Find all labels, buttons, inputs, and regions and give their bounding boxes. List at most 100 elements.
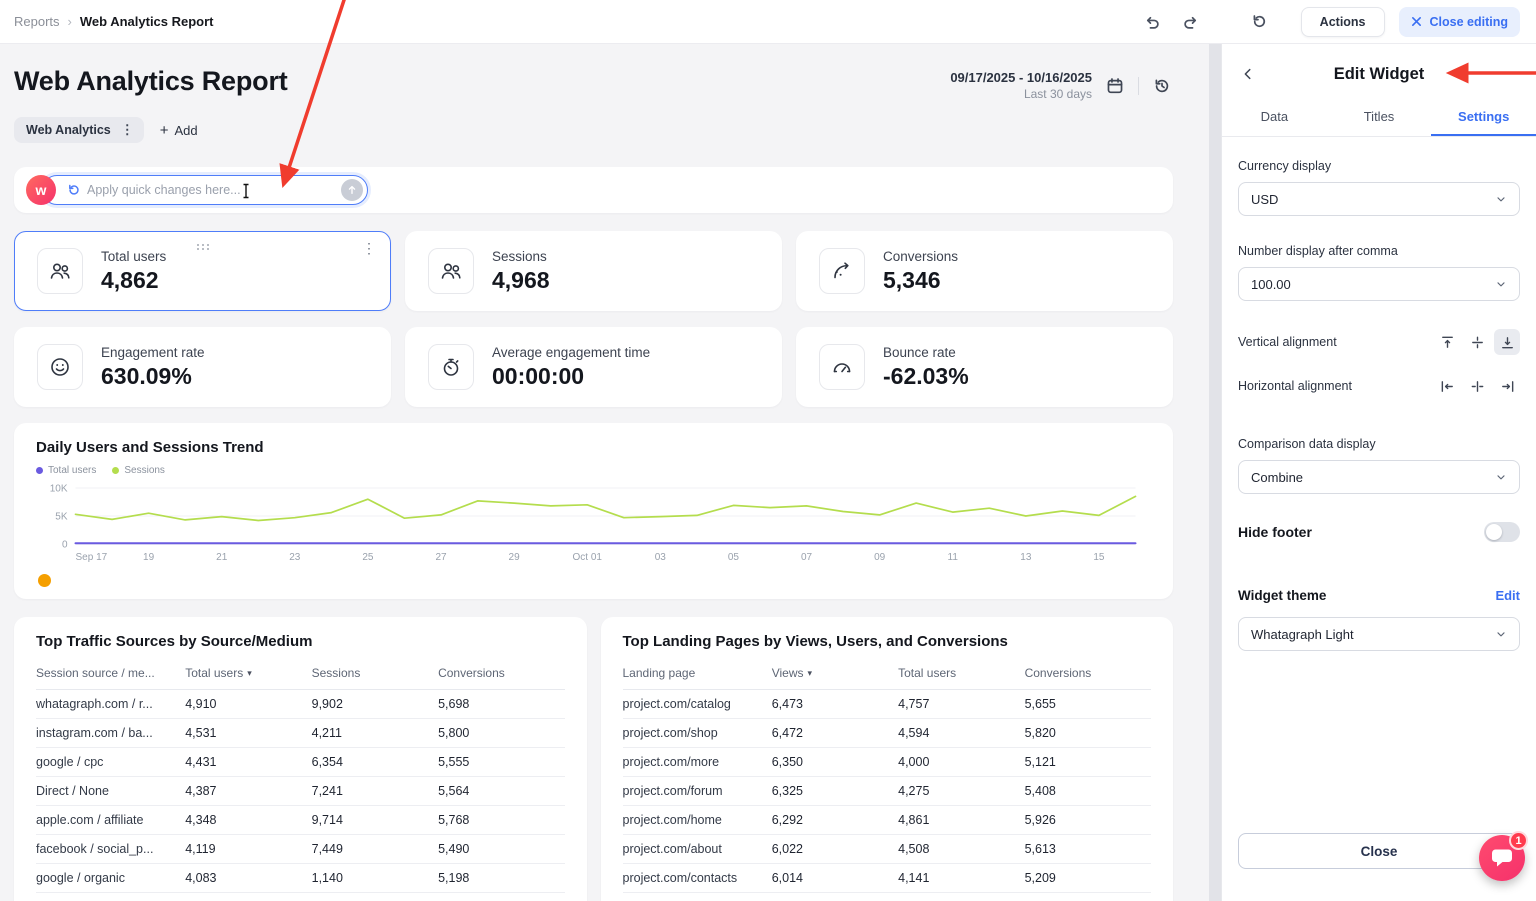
tab-data[interactable]: Data [1222,98,1327,136]
users-icon [37,248,83,294]
kpi-card-bounce-rate[interactable]: Bounce rate -62.03% [796,327,1173,407]
widget-theme-edit-link[interactable]: Edit [1495,588,1520,603]
kpi-card-conversions[interactable]: Conversions 5,346 [796,231,1173,311]
calendar-icon[interactable] [1104,75,1126,97]
legend-dot [36,467,43,474]
panel-title: Edit Widget [1334,65,1425,84]
column-header[interactable]: Total users [898,666,1024,680]
kpi-value: 630.09% [101,363,205,390]
table-row: project.com/contacts6,0144,1415,209 [623,864,1152,893]
comparison-display-label: Comparison data display [1238,437,1520,451]
table-cell: 4,910 [185,697,311,711]
kpi-card-total-users[interactable]: ⋮ Total users 4,862 [14,231,391,311]
trend-chart-widget[interactable]: Daily Users and Sessions Trend Total use… [14,423,1173,599]
svg-text:09: 09 [874,552,886,563]
align-left-icon[interactable] [1434,373,1460,399]
table-cell: 4,431 [185,755,311,769]
sort-desc-icon[interactable]: ▾ [807,668,812,679]
column-header[interactable]: Conversions [1025,666,1151,680]
table-cell: project.com/about [623,842,772,856]
redo-icon[interactable] [1179,9,1205,35]
table-body: whatagraph.com / r...4,9109,9025,698inst… [36,690,565,893]
align-right-icon[interactable] [1494,373,1520,399]
undo-icon[interactable] [1139,9,1165,35]
align-center-horizontal-icon[interactable] [1464,373,1490,399]
close-editing-button[interactable]: Close editing [1399,7,1520,37]
table-header-row: Session source / me... Total users▾ Sess… [36,662,565,690]
kebab-menu-icon[interactable]: ⋮ [362,240,376,257]
table-cell: 6,354 [312,755,438,769]
table-row: whatagraph.com / r...4,9109,9025,698 [36,690,565,719]
traffic-sources-table-widget[interactable]: Top Traffic Sources by Source/Medium Ses… [14,617,587,901]
kpi-card-sessions[interactable]: Sessions 4,968 [405,231,782,311]
table-cell: 4,275 [898,784,1024,798]
tab-settings[interactable]: Settings [1431,98,1536,136]
table-cell: 4,000 [898,755,1024,769]
regenerate-icon[interactable] [1247,9,1273,35]
table-row: facebook / social_p...4,1197,4495,490 [36,835,565,864]
add-source-button[interactable]: + Add [160,123,198,138]
tab-titles[interactable]: Titles [1327,98,1432,136]
column-header[interactable]: Landing page [623,666,772,680]
table-cell: 4,141 [898,871,1024,885]
quick-changes-input[interactable] [87,183,335,197]
column-header-sorted[interactable]: Total users▾ [185,666,311,680]
column-header[interactable]: Sessions [312,666,438,680]
source-tab-label: Web Analytics [26,123,111,137]
align-middle-vertical-icon[interactable] [1464,329,1490,355]
refresh-history-icon[interactable] [1151,75,1173,97]
kpi-card-avg-engagement-time[interactable]: Average engagement time 00:00:00 [405,327,782,407]
svg-text:23: 23 [289,552,301,563]
submit-quick-change-button[interactable] [341,179,363,201]
sort-desc-icon[interactable]: ▾ [247,668,252,679]
svg-text:07: 07 [801,552,813,563]
whatagraph-avatar: w [26,175,56,205]
quick-changes-input-wrap [42,175,368,205]
decimals-select[interactable]: 100.00 [1238,267,1520,301]
align-top-icon[interactable] [1434,329,1460,355]
chevron-down-icon [1495,278,1507,290]
widget-theme-select[interactable]: Whatagraph Light [1238,617,1520,651]
panel-close-button[interactable]: Close [1238,833,1520,869]
table-cell: 9,714 [312,813,438,827]
breadcrumb-reports[interactable]: Reports [14,14,60,29]
kpi-grid: ⋮ Total users 4,862 Sessions 4,968 [14,231,1173,407]
actions-button[interactable]: Actions [1301,7,1385,37]
page-title: Web Analytics Report [14,66,288,97]
add-label: Add [175,123,198,138]
kpi-card-engagement-rate[interactable]: Engagement rate 630.09% [14,327,391,407]
drag-handle-icon[interactable] [195,238,210,256]
table-cell: 5,555 [438,755,564,769]
table-cell: project.com/more [623,755,772,769]
kebab-menu-icon[interactable]: ⋮ [117,122,138,138]
comparison-select[interactable]: Combine [1238,460,1520,494]
column-header[interactable]: Session source / me... [36,666,185,680]
column-header-sorted[interactable]: Views▾ [772,666,898,680]
table-cell: facebook / social_p... [36,842,185,856]
align-bottom-icon[interactable] [1494,329,1520,355]
table-cell: 4,531 [185,726,311,740]
landing-pages-table-widget[interactable]: Top Landing Pages by Views, Users, and C… [601,617,1174,901]
table-cell: google / organic [36,871,185,885]
chevron-down-icon [1495,471,1507,483]
back-button[interactable] [1236,62,1260,86]
hide-footer-toggle[interactable] [1484,522,1520,542]
svg-text:19: 19 [143,552,155,563]
svg-text:13: 13 [1020,552,1032,563]
currency-select-value: USD [1251,192,1278,207]
chevron-down-icon [1495,628,1507,640]
svg-text:Oct 01: Oct 01 [572,552,602,563]
currency-select[interactable]: USD [1238,182,1520,216]
kpi-label: Engagement rate [101,345,205,360]
breadcrumb-current: Web Analytics Report [80,14,214,29]
table-cell: 5,800 [438,726,564,740]
chat-launcher-button[interactable]: 1 [1479,835,1525,881]
table-row: project.com/shop6,4724,5945,820 [623,719,1152,748]
date-range-display[interactable]: 09/17/2025 - 10/16/2025 Last 30 days [950,70,1092,101]
topbar: Reports › Web Analytics Report Actions C… [0,0,1536,44]
source-tab-web-analytics[interactable]: Web Analytics ⋮ [14,117,144,143]
column-header[interactable]: Conversions [438,666,564,680]
conversion-arc-icon [819,248,865,294]
table-cell: project.com/catalog [623,697,772,711]
svg-text:21: 21 [216,552,228,563]
